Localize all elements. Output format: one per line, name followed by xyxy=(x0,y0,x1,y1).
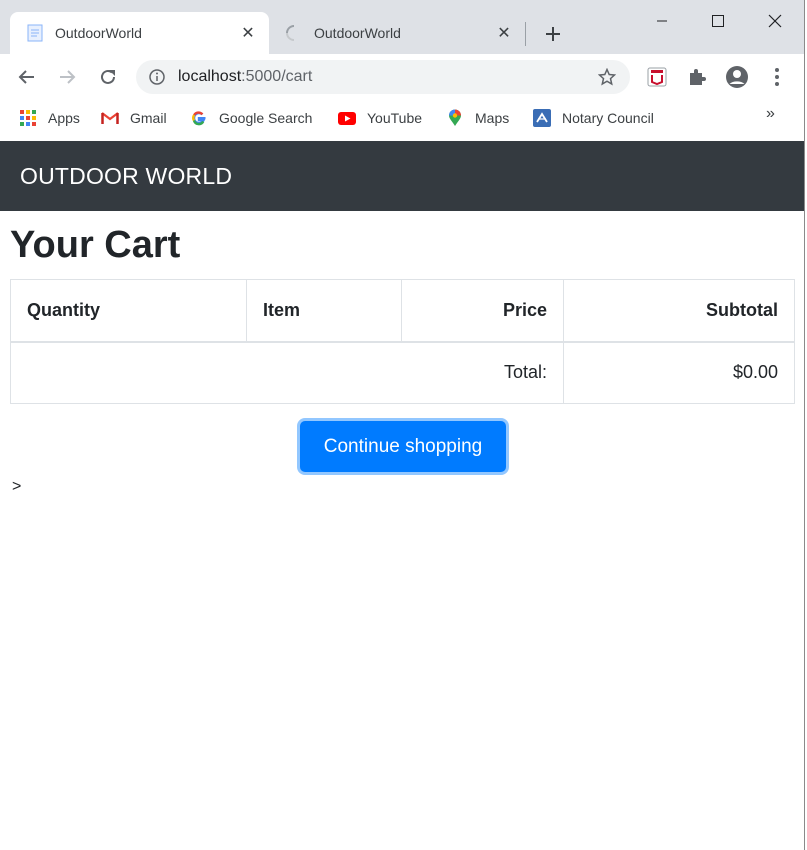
tab-separator xyxy=(525,22,526,46)
bookmark-label: Google Search xyxy=(219,110,313,126)
google-icon xyxy=(190,109,208,127)
close-tab-icon[interactable]: ✕ xyxy=(495,24,513,42)
tab-outdoorworld-loading[interactable]: OutdoorWorld ✕ xyxy=(269,12,525,54)
header-price: Price xyxy=(401,279,564,343)
document-favicon-icon xyxy=(26,24,44,42)
profile-avatar-icon[interactable] xyxy=(724,64,750,90)
close-icon xyxy=(768,14,782,28)
maximize-window-button[interactable] xyxy=(703,6,733,36)
gmail-icon xyxy=(101,109,119,127)
more-bookmarks-chevron-icon[interactable]: » xyxy=(766,105,775,123)
plus-icon xyxy=(546,27,560,41)
page-title: Your Cart xyxy=(10,224,181,266)
bookmark-google-search[interactable]: Google Search xyxy=(190,107,312,129)
total-label: Total: xyxy=(10,341,564,404)
arrow-left-icon xyxy=(18,70,34,84)
bookmark-notary-council[interactable]: Notary Council xyxy=(533,107,654,129)
tab-title: OutdoorWorld xyxy=(55,25,142,41)
stray-text: > xyxy=(12,478,22,495)
forward-button[interactable] xyxy=(53,63,81,91)
minimize-window-button[interactable] xyxy=(647,6,677,36)
notary-icon xyxy=(533,109,551,127)
continue-shopping-button[interactable]: Continue shopping xyxy=(300,421,506,472)
bookmark-label: Notary Council xyxy=(562,110,654,126)
loading-spinner-icon xyxy=(285,24,303,42)
bookmark-youtube[interactable]: YouTube xyxy=(338,107,422,129)
mcafee-extension-icon[interactable] xyxy=(644,64,670,90)
header-subtotal: Subtotal xyxy=(563,279,795,343)
youtube-icon xyxy=(338,109,356,127)
bookmark-label: Maps xyxy=(475,110,510,126)
close-tab-icon[interactable]: ✕ xyxy=(239,24,257,42)
bookmarks-bar: Apps Gmail Google Search YouTube Maps No… xyxy=(0,100,807,140)
tab-outdoorworld-active[interactable]: OutdoorWorld ✕ xyxy=(10,12,269,54)
url-text: localhost:5000/cart xyxy=(178,68,596,86)
url-host: localhost xyxy=(178,68,242,85)
bookmark-label: YouTube xyxy=(367,110,423,126)
total-value: $0.00 xyxy=(563,341,795,404)
close-window-button[interactable] xyxy=(760,6,790,36)
reload-icon xyxy=(101,69,115,84)
header-item: Item xyxy=(246,279,402,343)
kebab-menu-icon[interactable] xyxy=(764,64,790,90)
bookmark-label: Apps xyxy=(48,110,80,126)
site-info-icon[interactable] xyxy=(148,68,166,86)
bookmark-gmail[interactable]: Gmail xyxy=(101,107,167,129)
site-navbar: OUTDOOR WORLD xyxy=(0,141,807,211)
extensions-puzzle-icon[interactable] xyxy=(684,64,710,90)
address-bar[interactable]: localhost:5000/cart xyxy=(136,60,630,94)
cart-total-row: Total: $0.00 xyxy=(10,341,795,404)
url-path: :5000/cart xyxy=(241,68,313,85)
maximize-icon xyxy=(712,15,724,27)
cart-header-row: Quantity Item Price Subtotal xyxy=(10,279,795,343)
new-tab-button[interactable] xyxy=(541,22,565,46)
browser-toolbar: localhost:5000/cart xyxy=(0,54,807,100)
tab-title: OutdoorWorld xyxy=(314,25,401,41)
reload-button[interactable] xyxy=(94,63,122,91)
bookmark-star-icon[interactable] xyxy=(596,66,618,88)
cart-table: Quantity Item Price Subtotal Total: $0.0… xyxy=(10,279,795,404)
header-quantity: Quantity xyxy=(10,279,247,343)
tab-strip: OutdoorWorld ✕ OutdoorWorld ✕ xyxy=(0,0,807,54)
bookmark-maps[interactable]: Maps xyxy=(446,107,509,129)
bookmark-apps[interactable]: Apps xyxy=(19,107,80,129)
bookmark-label: Gmail xyxy=(130,110,167,126)
maps-pin-icon xyxy=(446,109,464,127)
apps-grid-icon xyxy=(19,109,37,127)
arrow-right-icon xyxy=(60,70,76,84)
minimize-icon xyxy=(657,20,667,22)
back-button[interactable] xyxy=(13,63,41,91)
site-brand[interactable]: OUTDOOR WORLD xyxy=(20,163,232,190)
